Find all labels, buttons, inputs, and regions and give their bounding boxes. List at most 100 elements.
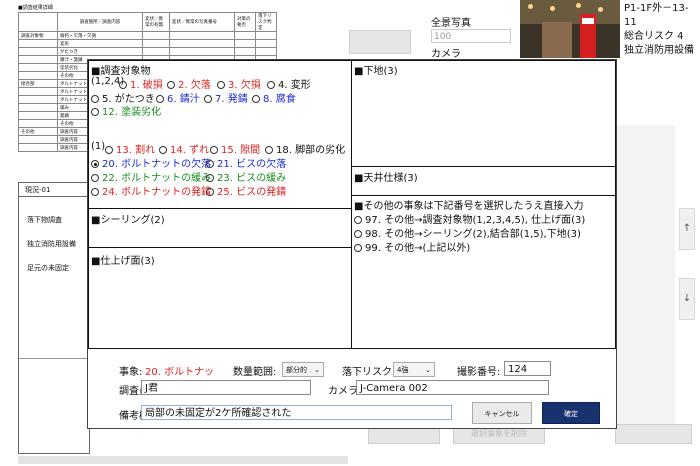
radio-icon — [354, 216, 362, 224]
location-code: P1-1F外－13-11 — [624, 3, 689, 28]
chevron-down-icon: ⌄ — [314, 366, 320, 374]
table-header: 落下リスク判定 — [255, 12, 277, 32]
table-cell: 腐朽・欠落・欠損 — [57, 31, 143, 40]
radio-icon — [105, 146, 113, 154]
option-radio[interactable]: 97. その他→調査対象物(1,2,3,4,5), 仕上げ面(3) — [354, 211, 585, 226]
radio-icon — [252, 95, 260, 103]
panel-item[interactable]: 落下物調査 — [27, 215, 62, 225]
scroll-up-icon[interactable]: ↑ — [679, 208, 695, 250]
photo-number-field[interactable]: 100 — [431, 29, 511, 43]
section-finish-surface: ■仕上げ面(3) — [88, 247, 352, 349]
photo-light — [576, 3, 581, 8]
faded-button[interactable] — [615, 424, 692, 444]
photo-light — [528, 4, 533, 9]
overall-risk: 総合リスク 4 — [624, 31, 684, 42]
photo-light — [550, 6, 555, 11]
option-radio[interactable]: 13. 割れ — [105, 141, 155, 156]
section-survey-target: ■調査対象物 (1,2,4) 1. 破損 2. 欠落 3. 欠損 4. 変形 5… — [88, 60, 352, 209]
panel-item[interactable]: 独立消防用設備 — [27, 239, 76, 249]
sheet-title: ■調査結果詳細 — [18, 5, 53, 11]
remarks-input[interactable]: 局部の未固定が2ケ所確認された — [141, 405, 452, 420]
radio-icon — [91, 95, 99, 103]
radio-icon — [167, 81, 175, 89]
option-radio[interactable]: 24. ボルトナットの発錆 — [91, 183, 211, 198]
option-radio[interactable]: 7. 発錆 — [204, 90, 248, 105]
panel-header: 現況-01 — [19, 183, 89, 197]
section-sealing: ■シーリング(2) — [88, 208, 352, 248]
option-radio[interactable]: 25. ビスの発錆 — [206, 183, 286, 198]
equipment-name: 独立消防用設備 — [624, 45, 694, 56]
option-radio[interactable]: 14. ずれ — [159, 141, 209, 156]
section-title: ■仕上げ面(3) — [91, 256, 155, 267]
section-empty-area — [351, 320, 616, 349]
section-substrate: ■下地(3) — [351, 60, 616, 167]
radio-icon — [267, 81, 275, 89]
chevron-down-icon: ⌄ — [425, 366, 431, 374]
table-header: 変状／異常の写真番号 — [169, 12, 235, 32]
group-prefix: (1) — [91, 141, 106, 152]
confirm-button[interactable]: 確定 — [542, 402, 600, 424]
section-title: ■シーリング(2) — [91, 215, 165, 226]
table-section: 調査対象物 — [18, 31, 58, 40]
camera-input[interactable]: J-Camera 002 — [356, 380, 549, 395]
radio-icon — [217, 81, 225, 89]
radio-icon — [204, 95, 212, 103]
option-radio[interactable]: 98. その他→シーリング(2),結合部(1,5),下地(3) — [354, 225, 581, 240]
radio-icon — [156, 95, 164, 103]
left-info-panel: 現況-01 落下物調査 独立消防用設備 足元の未固定 — [18, 182, 90, 454]
risk-select[interactable]: 4強 ⌄ — [393, 362, 435, 377]
horizontal-scrollbar[interactable] — [18, 456, 348, 464]
section-other-events: ■その他の事象は下記番号を選択したうえ直接入力 97. その他→調査対象物(1,… — [351, 195, 616, 321]
option-radio[interactable]: 6. 錆汁 — [156, 90, 200, 105]
inspector-input[interactable]: J君 — [141, 380, 311, 395]
right-side-panel — [615, 125, 675, 425]
radio-icon — [119, 81, 127, 89]
table-cell: がたつき — [57, 47, 143, 56]
panel-item[interactable]: 足元の未固定 — [27, 263, 69, 273]
quantity-label: 数量範囲: — [233, 367, 277, 378]
option-radio[interactable]: 22. ボルトナットの緩み — [91, 169, 211, 184]
scroll-down-icon[interactable]: ↓ — [679, 278, 695, 320]
option-radio[interactable]: 21. ビスの欠落 — [206, 155, 286, 170]
radio-icon — [265, 146, 273, 154]
panel-divider — [19, 358, 89, 359]
event-label: 事象: — [119, 367, 143, 378]
photo-number-label: 撮影番号: — [457, 367, 501, 378]
photo-equipment-label — [582, 18, 594, 24]
option-radio[interactable]: 18. 脚部の劣化 — [265, 141, 345, 156]
radio-icon — [206, 188, 214, 196]
option-radio[interactable]: 4. 変形 — [267, 76, 311, 91]
photo-light — [598, 7, 603, 12]
option-radio[interactable]: 12. 塗装劣化 — [91, 103, 161, 118]
section-title: ■その他の事象は下記番号を選択したうえ直接入力 — [354, 201, 584, 212]
option-radio[interactable]: 99. その他→(上記以外) — [354, 239, 470, 254]
radio-icon — [354, 230, 362, 238]
option-radio-selected[interactable]: 20. ボルトナットの欠落 — [91, 155, 211, 170]
radio-icon — [91, 108, 99, 116]
table-cell: 変形 — [57, 39, 143, 48]
option-radio[interactable]: 3. 欠損 — [217, 76, 261, 91]
option-radio[interactable]: 1. 破損 — [119, 76, 163, 91]
event-value: 20. ボルトナットの欠落 — [145, 367, 217, 378]
section-ceiling-spec: ■天井仕様(3) — [351, 166, 616, 196]
table-header: 変状／異常の有無 — [142, 12, 170, 32]
table-header: 対策の要否 — [234, 12, 256, 32]
option-radio[interactable]: 2. 欠落 — [167, 76, 211, 91]
risk-label: 落下リスク: — [342, 367, 396, 378]
quantity-select[interactable]: 部分的 ⌄ — [282, 362, 324, 377]
photo-ceiling — [520, 0, 620, 24]
option-radio[interactable]: 15. 隙間 — [210, 141, 260, 156]
section-title: ■天井仕様(3) — [354, 173, 418, 184]
photo-number-input[interactable]: 124 — [504, 361, 551, 376]
section-title: ■調査対象物 — [91, 66, 151, 77]
radio-selected-icon — [91, 160, 99, 168]
option-radio[interactable]: 8. 腐食 — [252, 90, 296, 105]
site-photo-thumbnail[interactable] — [520, 0, 620, 58]
radio-icon — [354, 244, 362, 252]
faded-toolbar-button[interactable] — [349, 30, 411, 54]
table-corner — [18, 12, 58, 32]
option-radio[interactable]: 23. ビスの緩み — [206, 169, 286, 184]
radio-icon — [159, 146, 167, 154]
cancel-button[interactable]: キャンセル — [472, 402, 532, 424]
table-section: 接合部 — [18, 79, 58, 88]
